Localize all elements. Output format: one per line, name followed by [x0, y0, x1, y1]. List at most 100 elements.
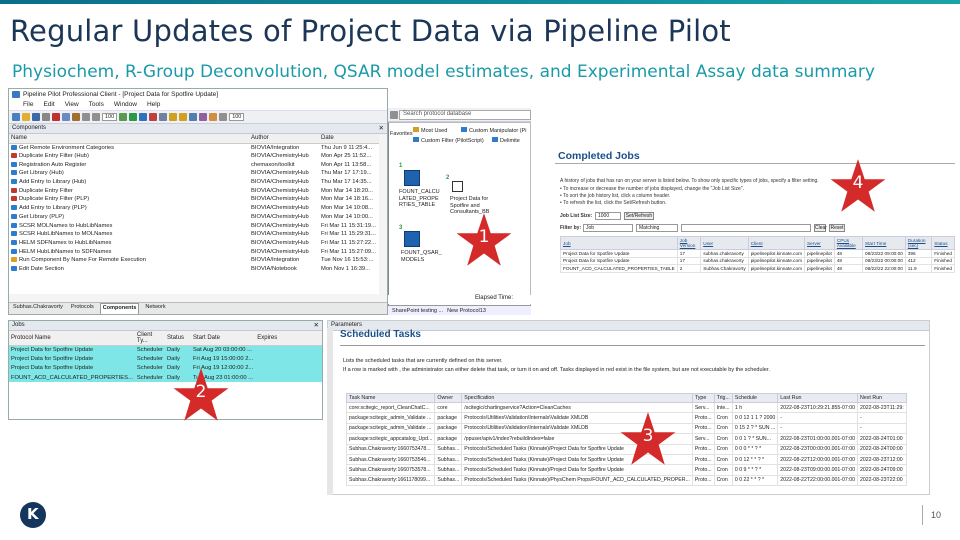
- col-date[interactable]: Date: [319, 134, 379, 144]
- cj-col[interactable]: Job Version: [676, 236, 702, 250]
- open-icon[interactable]: [22, 113, 30, 121]
- table-row[interactable]: Duplicate Entry Filter (PLP) BIOVIA/Chemi…: [9, 195, 379, 204]
- table-row[interactable]: FOUNT_ACD_CALCULATED_PROPERTIES... Schedu…: [9, 373, 322, 383]
- table-row[interactable]: Duplicate Entry Filter (Hub) BIOVIA/Chemi…: [9, 152, 379, 161]
- fav-delimited[interactable]: Delimite: [492, 137, 520, 144]
- sched-col[interactable]: Task Name: [345, 393, 436, 403]
- table-row[interactable]: Duplicate Entry Filter BIOVIA/ChemistryHu…: [9, 186, 379, 195]
- tab-network[interactable]: Network: [143, 303, 167, 314]
- node-project-data[interactable]: [452, 181, 463, 192]
- zoom-select[interactable]: 100: [102, 113, 118, 121]
- bookmark-icon[interactable]: [169, 113, 178, 121]
- fav-most-used[interactable]: Most Used: [413, 127, 447, 134]
- sched-col[interactable]: Schedule: [731, 393, 779, 403]
- table-row[interactable]: Add Entry to Library (PLP) BIOVIA/Chemist…: [9, 204, 379, 213]
- menu-view[interactable]: View: [65, 101, 79, 110]
- zoom-in-icon[interactable]: [219, 113, 228, 121]
- copy-icon[interactable]: [62, 113, 70, 121]
- tab-components[interactable]: Components: [99, 303, 140, 314]
- node-fount-qsar[interactable]: [404, 231, 420, 247]
- jobs-col-start[interactable]: Start Date: [190, 331, 256, 346]
- sched-col[interactable]: Last Run: [777, 393, 858, 403]
- table-row[interactable]: Run Component By Name For Remote Executi…: [9, 256, 379, 265]
- sched-col[interactable]: Next Run: [857, 393, 907, 403]
- table-row[interactable]: HELM HubLibNames to SDFNames BIOVIA/Chemi…: [9, 247, 379, 256]
- cj-col[interactable]: CPUs Available: [833, 236, 864, 250]
- undo-icon[interactable]: [82, 113, 90, 121]
- protocol-search-input[interactable]: Search protocol database: [399, 110, 531, 120]
- stop-icon[interactable]: [149, 113, 158, 121]
- filter-by-select[interactable]: Job: [583, 224, 633, 232]
- cj-col[interactable]: Server: [804, 236, 835, 250]
- table-row[interactable]: Subhas.Chakravorty:1661178099... Subhas..…: [345, 474, 907, 487]
- clear-button[interactable]: Clear: [814, 224, 827, 232]
- cj-col[interactable]: Job: [560, 236, 678, 250]
- table-row[interactable]: Project Data for Spotfire Update Schedule…: [9, 354, 322, 364]
- table-row[interactable]: Project Data for Spotfire Update Schedule…: [9, 345, 322, 355]
- table-row[interactable]: Project Data for Spotfire Update 17 subhas…: [560, 256, 955, 265]
- table-row[interactable]: HELM SDFNames to HubLibNames BIOVIA/Chemi…: [9, 239, 379, 248]
- table-row[interactable]: Project Data for Spotfire Update 17 subhas…: [560, 249, 955, 258]
- fav-custom-manipulator[interactable]: Custom Manipulator (Pi: [461, 127, 526, 134]
- sched-col[interactable]: Specification: [461, 393, 693, 403]
- node-fount-calculated[interactable]: [404, 170, 420, 186]
- table-row[interactable]: Get Library (PLP) BIOVIA/ChemistryHub Mon …: [9, 213, 379, 222]
- sched-col[interactable]: Type: [691, 393, 715, 403]
- doc-tab-sharepoint[interactable]: SharePoint testing ...: [392, 308, 443, 314]
- jobs-col-expires[interactable]: Expires: [255, 331, 322, 346]
- cj-col[interactable]: Client: [747, 236, 806, 250]
- step-icon[interactable]: [139, 113, 148, 121]
- reset-button[interactable]: Reset: [829, 224, 845, 232]
- validate-icon[interactable]: [119, 113, 128, 121]
- table-row[interactable]: Get Remote Environment Categories BIOVIA/…: [9, 143, 379, 152]
- set-refresh-button[interactable]: Set/Refresh: [624, 212, 654, 220]
- zoom2-select[interactable]: 100: [229, 113, 245, 121]
- table-row[interactable]: Get Library (Hub) BIOVIA/ChemistryHub Thu …: [9, 169, 379, 178]
- menu-window[interactable]: Window: [114, 101, 137, 110]
- sched-col[interactable]: Trig...: [713, 393, 733, 403]
- tab-protocols[interactable]: Protocols: [69, 303, 96, 314]
- table-row[interactable]: FOUNT_ACD_CALCULATED_PROPERTIES_TABLE 2 Su…: [560, 264, 955, 273]
- cut-icon[interactable]: [52, 113, 60, 121]
- sched-col[interactable]: Owner: [434, 393, 463, 403]
- menu-file[interactable]: File: [23, 101, 33, 110]
- menu-help[interactable]: Help: [147, 101, 160, 110]
- new-icon[interactable]: [12, 113, 20, 121]
- jobs-col-protocol[interactable]: Protocol Name: [9, 331, 135, 346]
- cj-col[interactable]: Duration (sec): [904, 236, 933, 250]
- col-author[interactable]: Author: [249, 134, 319, 144]
- col-name[interactable]: Name: [9, 134, 249, 144]
- cj-col[interactable]: Status: [931, 236, 955, 250]
- menu-edit[interactable]: Edit: [43, 101, 54, 110]
- jobs-col-status[interactable]: Status: [164, 331, 191, 346]
- cj-col[interactable]: User: [700, 236, 749, 250]
- matching-select[interactable]: Matching: [636, 224, 678, 232]
- table-row[interactable]: SCSR MOLNames to HubLibNames BIOVIA/Chemi…: [9, 221, 379, 230]
- table-row[interactable]: SCSR HubLibNames to MOLNames BIOVIA/Chemi…: [9, 230, 379, 239]
- redo-icon[interactable]: [92, 113, 100, 121]
- tab-user[interactable]: Subhas.Chakravorty: [11, 303, 65, 314]
- close-icon[interactable]: ✕: [379, 124, 384, 132]
- paste-icon[interactable]: [72, 113, 80, 121]
- lock-icon[interactable]: [209, 113, 218, 121]
- filter-text-input[interactable]: [681, 224, 811, 232]
- debug-icon[interactable]: [159, 113, 168, 121]
- menu-tools[interactable]: Tools: [89, 101, 104, 110]
- folder-icon[interactable]: [179, 113, 188, 121]
- table-row[interactable]: Registration Auto Register chemaxon/toolk…: [9, 160, 379, 169]
- save-icon[interactable]: [32, 113, 40, 121]
- table-row[interactable]: Edit Date Section BIOVIA/Notebook Mon Nov …: [9, 265, 379, 274]
- job-list-size-input[interactable]: 1000: [595, 212, 621, 220]
- close-icon[interactable]: ✕: [314, 321, 319, 329]
- fav-custom-filter[interactable]: Custom Filter (PilotScript): [413, 137, 484, 144]
- search-icon[interactable]: [390, 110, 398, 119]
- cj-col[interactable]: Start Time: [862, 236, 906, 250]
- tools-icon[interactable]: [199, 113, 208, 121]
- grid-icon[interactable]: [189, 113, 198, 121]
- doc-tab-new-protocol[interactable]: New Protocol13: [447, 308, 486, 314]
- print-icon[interactable]: [42, 113, 50, 121]
- table-row[interactable]: Project Data for Spotfire Update Schedule…: [9, 363, 322, 374]
- table-row[interactable]: Add Entry to Library (Hub) BIOVIA/Chemist…: [9, 178, 379, 187]
- run-icon[interactable]: [129, 113, 138, 121]
- jobs-col-client[interactable]: Client Ty...: [134, 331, 165, 346]
